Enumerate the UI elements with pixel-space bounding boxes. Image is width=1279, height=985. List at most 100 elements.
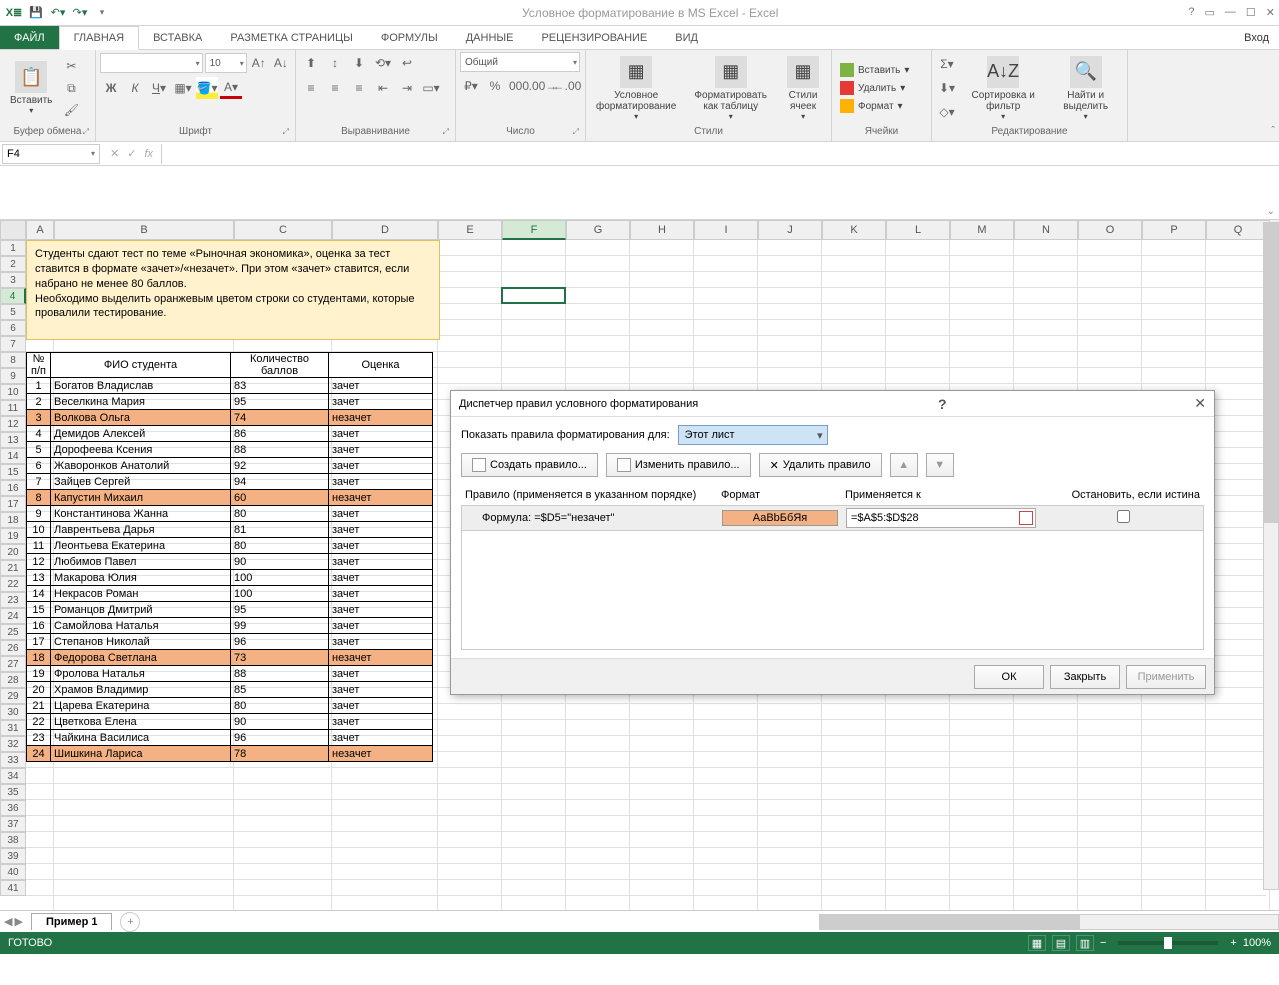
table-row[interactable]: 8Капустин Михаил60незачет	[27, 490, 433, 506]
align-right-icon[interactable]: ≡	[348, 77, 370, 99]
view-normal-icon[interactable]: ▦	[1028, 935, 1046, 951]
col-header-F[interactable]: F	[502, 220, 566, 240]
row-header-34[interactable]: 34	[0, 768, 26, 784]
clipboard-launcher-icon[interactable]: ⤢	[83, 127, 89, 137]
decrease-font-icon[interactable]: A↓	[271, 52, 291, 74]
row-header-8[interactable]: 8	[0, 352, 26, 368]
row-header-9[interactable]: 9	[0, 368, 26, 384]
view-break-icon[interactable]: ▥	[1076, 935, 1094, 951]
row-header-14[interactable]: 14	[0, 448, 26, 464]
zoom-out-icon[interactable]: −	[1100, 937, 1106, 949]
table-row[interactable]: 18Федорова Светлана73незачет	[27, 650, 433, 666]
row-header-32[interactable]: 32	[0, 736, 26, 752]
row-header-1[interactable]: 1	[0, 240, 26, 256]
maximize-icon[interactable]: ☐	[1246, 6, 1256, 19]
login-link[interactable]: Вход	[1244, 26, 1279, 49]
select-all-corner[interactable]	[0, 220, 26, 240]
stop-if-true-checkbox[interactable]	[1117, 510, 1130, 523]
hscroll-thumb[interactable]	[820, 915, 1080, 929]
tab-review[interactable]: РЕЦЕНЗИРОВАНИЕ	[527, 26, 661, 49]
row-header-6[interactable]: 6	[0, 320, 26, 336]
row-header-30[interactable]: 30	[0, 704, 26, 720]
row-header-20[interactable]: 20	[0, 544, 26, 560]
font-color-icon[interactable]: A▾	[220, 77, 242, 99]
table-row[interactable]: 1Богатов Владислав83зачет	[27, 378, 433, 394]
dialog-close-icon[interactable]: ✕	[1194, 395, 1206, 412]
row-header-17[interactable]: 17	[0, 496, 26, 512]
move-up-button[interactable]: ▲	[890, 453, 918, 477]
cell-styles-button[interactable]: ▦Стили ячеек▾	[779, 54, 827, 123]
tab-data[interactable]: ДАННЫЕ	[452, 26, 528, 49]
row-header-4[interactable]: 4	[0, 288, 26, 304]
undo-icon[interactable]: ↶▾	[48, 3, 68, 23]
table-row[interactable]: 14Некрасов Роман100зачет	[27, 586, 433, 602]
row-header-27[interactable]: 27	[0, 656, 26, 672]
close-icon[interactable]: ✕	[1266, 6, 1275, 19]
vscroll-thumb[interactable]	[1264, 223, 1278, 523]
close-button[interactable]: Закрыть	[1050, 665, 1120, 689]
italic-icon[interactable]: К	[124, 77, 146, 99]
delete-rule-button[interactable]: ✕Удалить правило	[759, 453, 882, 477]
row-header-39[interactable]: 39	[0, 848, 26, 864]
table-row[interactable]: 9Константинова Жанна80зачет	[27, 506, 433, 522]
row-header-40[interactable]: 40	[0, 864, 26, 880]
find-select-button[interactable]: 🔍Найти и выделить▾	[1048, 54, 1123, 123]
dialog-help-icon[interactable]: ?	[938, 396, 947, 412]
col-header-A[interactable]: A	[26, 220, 54, 240]
zoom-level[interactable]: 100%	[1243, 937, 1271, 949]
horizontal-scrollbar[interactable]	[819, 914, 1279, 930]
table-row[interactable]: 24Шишкина Лариса78незачет	[27, 746, 433, 762]
help-icon[interactable]: ?	[1188, 6, 1194, 19]
align-middle-icon[interactable]: ↕	[324, 52, 346, 74]
autosum-icon[interactable]: Σ▾	[936, 53, 958, 75]
fill-color-icon[interactable]: 🪣▾	[196, 77, 218, 99]
ok-button[interactable]: ОК	[974, 665, 1044, 689]
row-header-18[interactable]: 18	[0, 512, 26, 528]
show-for-select[interactable]: Этот лист	[678, 425, 828, 445]
row-header-2[interactable]: 2	[0, 256, 26, 272]
table-row[interactable]: 12Любимов Павел90зачет	[27, 554, 433, 570]
col-header-E[interactable]: E	[438, 220, 502, 240]
table-row[interactable]: 21Царева Екатерина80зачет	[27, 698, 433, 714]
col-header-P[interactable]: P	[1142, 220, 1206, 240]
row-header-7[interactable]: 7	[0, 336, 26, 352]
col-header-K[interactable]: K	[822, 220, 886, 240]
clear-icon[interactable]: ◇▾	[936, 101, 958, 123]
view-layout-icon[interactable]: ▤	[1052, 935, 1070, 951]
zoom-thumb[interactable]	[1164, 937, 1172, 949]
font-name-combo[interactable]	[100, 53, 203, 73]
col-header-N[interactable]: N	[1014, 220, 1078, 240]
table-row[interactable]: 13Макарова Юлия100зачет	[27, 570, 433, 586]
format-cells-button[interactable]: Формат ▾	[836, 98, 927, 114]
table-row[interactable]: 15Романцов Дмитрий95зачет	[27, 602, 433, 618]
merge-icon[interactable]: ▭▾	[420, 77, 442, 99]
add-sheet-button[interactable]: +	[120, 912, 140, 932]
copy-icon[interactable]: ⧉	[60, 77, 82, 99]
row-header-13[interactable]: 13	[0, 432, 26, 448]
dec-decimal-icon[interactable]: ←.00	[556, 75, 578, 97]
cut-icon[interactable]: ✂	[60, 55, 82, 77]
row-header-21[interactable]: 21	[0, 560, 26, 576]
row-header-5[interactable]: 5	[0, 304, 26, 320]
col-header-D[interactable]: D	[332, 220, 438, 240]
align-bottom-icon[interactable]: ⬇	[348, 52, 370, 74]
zoom-slider[interactable]	[1118, 941, 1218, 945]
row-header-37[interactable]: 37	[0, 816, 26, 832]
row-header-10[interactable]: 10	[0, 384, 26, 400]
row-header-3[interactable]: 3	[0, 272, 26, 288]
col-header-C[interactable]: C	[234, 220, 332, 240]
table-row[interactable]: 4Демидов Алексей86зачет	[27, 426, 433, 442]
table-row[interactable]: 20Храмов Владимир85зачет	[27, 682, 433, 698]
underline-icon[interactable]: Ч▾	[148, 77, 170, 99]
qat-customize-icon[interactable]: ▾	[92, 3, 112, 23]
table-row[interactable]: 19Фролова Наталья88зачет	[27, 666, 433, 682]
new-rule-button[interactable]: Создать правило...	[461, 453, 598, 477]
align-center-icon[interactable]: ≡	[324, 77, 346, 99]
row-header-38[interactable]: 38	[0, 832, 26, 848]
row-header-25[interactable]: 25	[0, 624, 26, 640]
tab-view[interactable]: ВИД	[661, 26, 712, 49]
redo-icon[interactable]: ↷▾	[70, 3, 90, 23]
table-row[interactable]: 5Дорофеева Ксения88зачет	[27, 442, 433, 458]
tab-layout[interactable]: РАЗМЕТКА СТРАНИЦЫ	[216, 26, 366, 49]
number-format-combo[interactable]: Общий	[460, 52, 580, 72]
